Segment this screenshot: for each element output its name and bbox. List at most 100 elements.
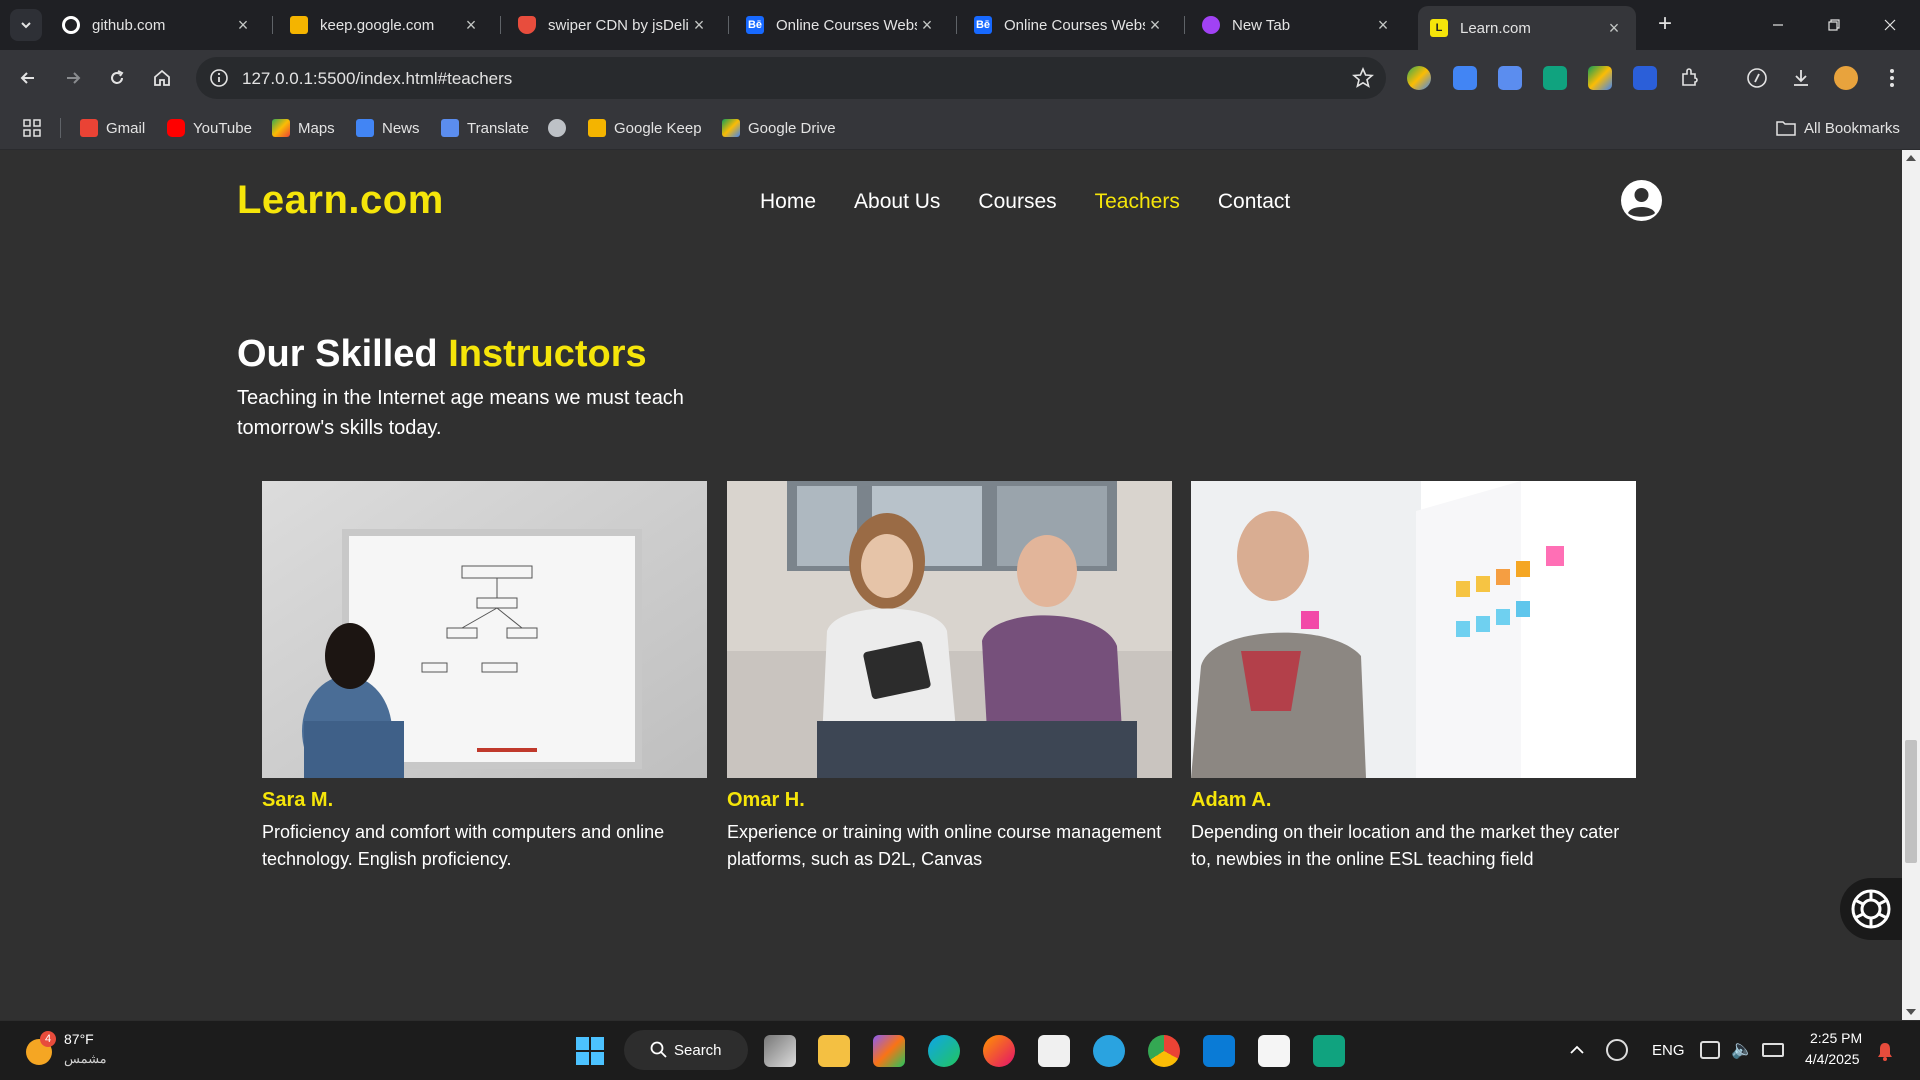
file-explorer-icon[interactable] <box>818 1035 850 1067</box>
news-icon <box>356 119 374 137</box>
tab-keep[interactable]: keep.google.com × <box>278 8 493 42</box>
scroll-down-icon[interactable] <box>1906 1009 1916 1015</box>
bookmark-google-keep[interactable]: Google Keep <box>588 118 702 138</box>
arrow-right-icon <box>67 72 81 84</box>
weather-widget[interactable]: 4 87°F مشمس <box>24 1031 144 1071</box>
page-scrollbar[interactable] <box>1902 150 1920 1020</box>
learn-icon: L <box>1430 19 1448 37</box>
vscode-icon[interactable] <box>1203 1035 1235 1067</box>
minimize-button[interactable] <box>1758 10 1798 40</box>
close-icon[interactable]: × <box>1604 18 1624 39</box>
new-tab-button[interactable]: + <box>1650 10 1680 40</box>
download-icon[interactable] <box>1789 66 1813 90</box>
tab-search-button[interactable] <box>10 9 42 41</box>
google-keep-icon <box>290 16 308 34</box>
address-bar[interactable]: 127.0.0.1:5500/index.html#teachers <box>196 57 1386 99</box>
scrollbar-thumb[interactable] <box>1905 740 1917 863</box>
bookmark-globe[interactable] <box>548 118 574 138</box>
chatgpt-icon[interactable] <box>1313 1035 1345 1067</box>
reload-button[interactable] <box>103 64 131 92</box>
telegram-icon[interactable] <box>1093 1035 1125 1067</box>
chrome-icon[interactable] <box>1148 1035 1180 1067</box>
folder-icon <box>1776 121 1796 136</box>
nav-home[interactable]: Home <box>760 190 816 214</box>
apps-grid-icon[interactable] <box>22 118 42 138</box>
chatgpt-extension-icon[interactable] <box>1543 66 1567 90</box>
notification-bell-icon[interactable] <box>1876 1041 1894 1066</box>
teacher-card[interactable]: Adam A. Depending on their location and … <box>1191 481 1636 873</box>
bookmark-maps[interactable]: Maps <box>272 118 335 138</box>
close-icon[interactable]: × <box>1373 15 1393 36</box>
close-icon[interactable]: × <box>461 15 481 36</box>
performance-icon[interactable] <box>1745 66 1769 90</box>
volume-muted-icon[interactable]: 🔈 <box>1731 1039 1753 1060</box>
google-drive-extension-icon[interactable] <box>1588 66 1612 90</box>
sync-icon[interactable] <box>1606 1039 1628 1061</box>
new-tab-icon <box>1202 16 1220 34</box>
teacher-card[interactable]: Sara M. Proficiency and comfort with com… <box>262 481 707 873</box>
restore-button[interactable] <box>1814 10 1854 40</box>
close-icon[interactable]: × <box>689 15 709 36</box>
language-indicator[interactable]: ENG <box>1652 1042 1685 1059</box>
nav-courses[interactable]: Courses <box>978 190 1056 214</box>
google-translate-icon[interactable] <box>1453 66 1477 90</box>
restore-icon <box>1828 19 1840 31</box>
profile-avatar[interactable] <box>1834 66 1858 90</box>
extension-icon[interactable] <box>1633 66 1657 90</box>
search-icon <box>650 1041 667 1058</box>
tab-swiper[interactable]: swiper CDN by jsDelivr × <box>506 8 721 42</box>
clock-date[interactable]: 4/4/2025 <box>1805 1051 1860 1067</box>
close-icon[interactable]: × <box>233 15 253 36</box>
nav-contact[interactable]: Contact <box>1218 190 1290 214</box>
user-account-icon[interactable] <box>1621 180 1662 221</box>
site-logo[interactable]: Learn.com <box>237 178 444 223</box>
firefox-icon[interactable] <box>983 1035 1015 1067</box>
microsoft-store-icon[interactable] <box>1038 1035 1070 1067</box>
tab-github[interactable]: github.com × <box>50 8 265 42</box>
scroll-up-icon[interactable] <box>1906 155 1916 161</box>
bookmark-translate[interactable]: Translate <box>441 118 529 138</box>
battery-icon[interactable] <box>1762 1043 1784 1057</box>
tab-behance-1[interactable]: Bē Online Courses Website × <box>734 8 949 42</box>
minimize-icon <box>1773 24 1783 26</box>
behance-icon: Bē <box>974 16 992 34</box>
chatgpt-icon <box>1851 889 1891 929</box>
kebab-menu-icon[interactable] <box>1880 66 1904 90</box>
chatgpt-floating-button[interactable] <box>1840 878 1902 940</box>
nav-teachers[interactable]: Teachers <box>1095 190 1180 214</box>
teacher-description: Depending on their location and the mark… <box>1191 822 1620 869</box>
forward-button[interactable] <box>59 64 87 92</box>
bookmark-gmail[interactable]: Gmail <box>80 118 145 138</box>
task-view-icon[interactable] <box>764 1035 796 1067</box>
extension-icon[interactable] <box>1407 66 1431 90</box>
network-icon[interactable] <box>1700 1041 1720 1059</box>
teacher-card[interactable]: Omar H. Experience or training with onli… <box>727 481 1172 873</box>
notion-icon[interactable] <box>1258 1035 1290 1067</box>
all-bookmarks[interactable]: All Bookmarks <box>1776 118 1900 138</box>
copilot-icon[interactable] <box>873 1035 905 1067</box>
close-icon[interactable]: × <box>917 15 937 36</box>
taskbar-search[interactable]: Search <box>624 1030 748 1070</box>
windows-start-icon[interactable] <box>574 1035 606 1067</box>
clock-time[interactable]: 2:25 PM <box>1810 1030 1862 1046</box>
edge-icon[interactable] <box>928 1035 960 1067</box>
nav-about-us[interactable]: About Us <box>854 190 940 214</box>
tab-behance-2[interactable]: Bē Online Courses Website × <box>962 8 1177 42</box>
extensions-puzzle-icon[interactable] <box>1678 66 1702 90</box>
bookmark-youtube[interactable]: YouTube <box>167 118 252 138</box>
site-info-icon[interactable] <box>204 63 234 93</box>
youtube-icon <box>167 119 185 137</box>
tab-new-tab[interactable]: New Tab × <box>1190 8 1405 42</box>
close-window-button[interactable] <box>1870 10 1910 40</box>
home-button[interactable] <box>148 64 176 92</box>
close-icon[interactable]: × <box>1145 15 1165 36</box>
translate-extension-icon[interactable] <box>1498 66 1522 90</box>
bookmark-star-icon[interactable] <box>1352 67 1374 89</box>
bookmark-google-drive[interactable]: Google Drive <box>722 118 836 138</box>
chevron-up-icon[interactable] <box>1568 1041 1586 1064</box>
bookmark-news[interactable]: News <box>356 118 420 138</box>
google-keep-icon <box>588 119 606 137</box>
url-text[interactable]: 127.0.0.1:5500/index.html#teachers <box>242 69 512 89</box>
back-button[interactable] <box>14 64 42 92</box>
tab-learn[interactable]: L Learn.com × <box>1418 6 1636 50</box>
